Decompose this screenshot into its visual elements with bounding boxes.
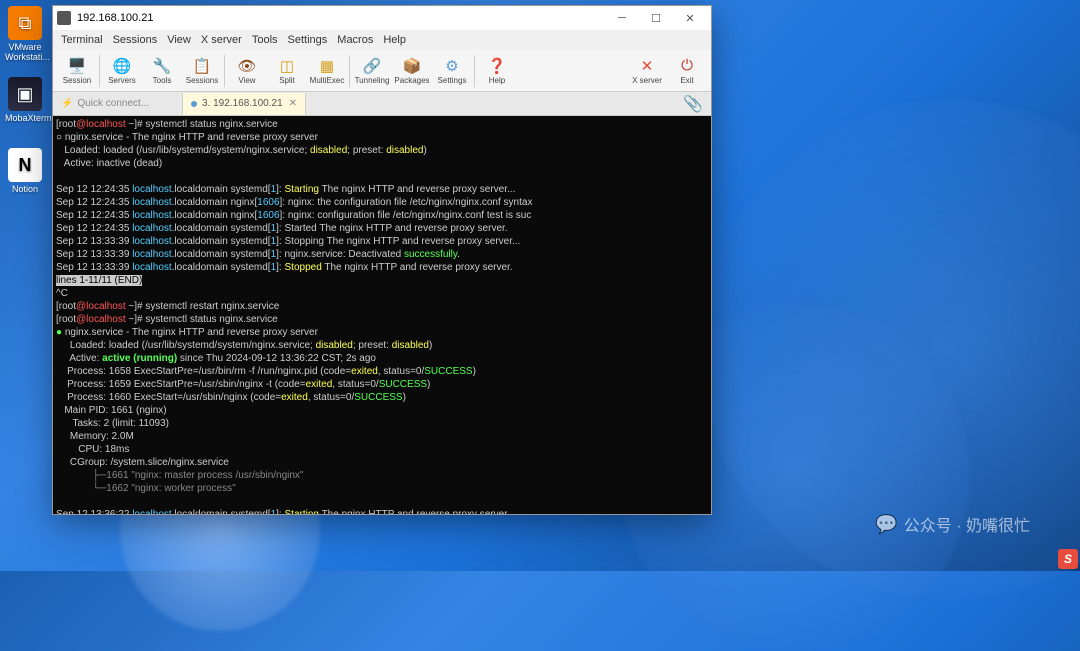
menu-macros[interactable]: Macros bbox=[337, 34, 373, 46]
help-icon: ❓ bbox=[488, 57, 506, 75]
notion-icon: N bbox=[19, 155, 32, 176]
desktop-icon-label: VMware Workstati... bbox=[5, 42, 50, 62]
window-title: 192.168.100.21 bbox=[77, 12, 153, 24]
menu-tools[interactable]: Tools bbox=[252, 34, 278, 46]
mobaxterm-window: 192.168.100.21 ─ ☐ ✕ Terminal Sessions V… bbox=[52, 5, 712, 515]
multiexec-icon: ▦ bbox=[318, 57, 336, 75]
settings-icon: ⚙ bbox=[443, 57, 461, 75]
minimize-button[interactable]: ─ bbox=[605, 7, 639, 29]
sogou-ime-icon[interactable]: S bbox=[1058, 549, 1078, 569]
toolbar-help[interactable]: ❓Help bbox=[477, 51, 517, 91]
vmware-icon: ⧉ bbox=[19, 13, 32, 34]
titlebar[interactable]: 192.168.100.21 ─ ☐ ✕ bbox=[53, 6, 711, 30]
quickbar: ⚡Quick connect... 3. 192.168.100.21✕ 📎 bbox=[53, 92, 711, 116]
servers-icon: 🌐 bbox=[113, 57, 131, 75]
desktop-icon-mobaxterm[interactable]: ▣MobaXterm bbox=[5, 77, 45, 123]
menubar: Terminal Sessions View X server Tools Se… bbox=[53, 30, 711, 50]
session-tab[interactable]: 3. 192.168.100.21✕ bbox=[183, 93, 306, 115]
desktop-icon-vmware[interactable]: ⧉VMware Workstati... bbox=[5, 6, 45, 62]
menu-sessions[interactable]: Sessions bbox=[113, 34, 158, 46]
terminal[interactable]: [root@localhost ~]# systemctl status ngi… bbox=[53, 116, 711, 514]
maximize-button[interactable]: ☐ bbox=[639, 7, 673, 29]
paperclip-icon[interactable]: 📎 bbox=[675, 94, 711, 114]
toolbar-multiexec[interactable]: ▦MultiExec bbox=[307, 51, 347, 91]
mobaxterm-icon: ▣ bbox=[16, 84, 33, 105]
menu-settings[interactable]: Settings bbox=[288, 34, 328, 46]
toolbar-split[interactable]: ◫Split bbox=[267, 51, 307, 91]
packages-icon: 📦 bbox=[403, 57, 421, 75]
tab-close-icon[interactable]: ✕ bbox=[289, 98, 297, 109]
session-dot-icon bbox=[191, 101, 197, 107]
toolbar-view[interactable]: 👁View bbox=[227, 51, 267, 91]
sessions-icon: 📋 bbox=[193, 57, 211, 75]
menu-help[interactable]: Help bbox=[383, 34, 406, 46]
desktop-icon-label: Notion bbox=[12, 184, 38, 194]
tunneling-icon: 🔗 bbox=[363, 57, 381, 75]
desktop-icon-label: MobaXterm bbox=[5, 113, 52, 123]
toolbar-exit[interactable]: ⏻Exit bbox=[667, 51, 707, 91]
desktop-icon-notion[interactable]: N Notion bbox=[5, 148, 45, 194]
toolbar-servers[interactable]: 🌐Servers bbox=[102, 51, 142, 91]
toolbar-session[interactable]: 🖥️Session bbox=[57, 51, 97, 91]
menu-terminal[interactable]: Terminal bbox=[61, 34, 103, 46]
view-icon: 👁 bbox=[238, 57, 256, 75]
quick-connect[interactable]: ⚡Quick connect... bbox=[53, 93, 183, 115]
menu-xserver[interactable]: X server bbox=[201, 34, 242, 46]
menu-view[interactable]: View bbox=[167, 34, 191, 46]
watermark: 💬公众号 · 奶嘴很忙 bbox=[875, 512, 1030, 536]
toolbar-xserver[interactable]: ✕X server bbox=[627, 51, 667, 91]
toolbar-packages[interactable]: 📦Packages bbox=[392, 51, 432, 91]
split-icon: ◫ bbox=[278, 57, 296, 75]
session-icon: 🖥️ bbox=[68, 57, 86, 75]
xserver-icon: ✕ bbox=[638, 57, 656, 75]
exit-icon: ⏻ bbox=[678, 57, 696, 75]
close-button[interactable]: ✕ bbox=[673, 7, 707, 29]
toolbar-tools[interactable]: 🔧Tools bbox=[142, 51, 182, 91]
toolbar-tunneling[interactable]: 🔗Tunneling bbox=[352, 51, 392, 91]
toolbar-sessions[interactable]: 📋Sessions bbox=[182, 51, 222, 91]
tools-icon: 🔧 bbox=[153, 57, 171, 75]
toolbar-settings[interactable]: ⚙Settings bbox=[432, 51, 472, 91]
toolbar: 🖥️Session🌐Servers🔧Tools📋Sessions👁View◫Sp… bbox=[53, 50, 711, 92]
app-logo-icon bbox=[57, 11, 71, 25]
